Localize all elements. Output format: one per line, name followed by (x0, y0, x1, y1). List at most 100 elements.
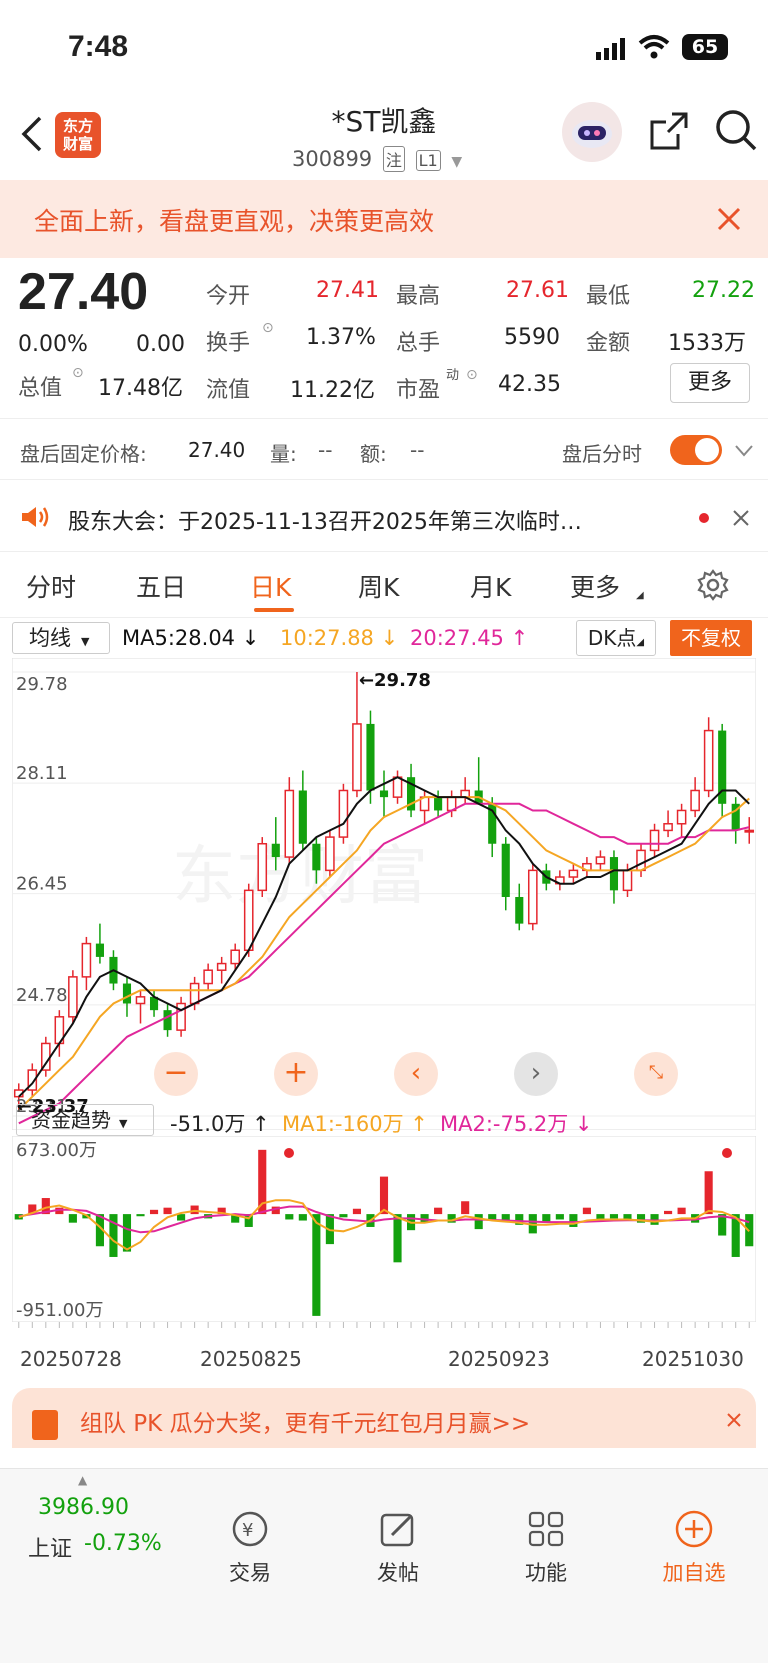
pe-sup: 动 (446, 368, 460, 383)
fund-bar (149, 1209, 159, 1215)
candle-body (352, 723, 362, 792)
ma-select-label: 均线 (29, 626, 71, 650)
fund-bar (488, 1214, 497, 1220)
fund-bar (163, 1207, 172, 1215)
tab-five-day[interactable]: 五日 (136, 568, 186, 604)
ah-toggle[interactable] (670, 435, 722, 465)
feature-banner[interactable]: 全面上新，看盘更直观，决策更高效 (0, 180, 768, 258)
scroll-right-button[interactable]: › (514, 1052, 558, 1096)
index-name[interactable]: 上证 (28, 1531, 72, 1563)
candle-body (338, 789, 349, 838)
volume-value: 5590 (504, 325, 560, 350)
fund-trend-chart[interactable]: 673.00万 -951.00万 (12, 1136, 756, 1322)
fund-bar (122, 1214, 132, 1252)
candle-body (515, 896, 524, 924)
dk-point-button[interactable]: DK点◢ (576, 620, 656, 656)
function-button[interactable]: 功能 (496, 1509, 596, 1587)
ma-select[interactable]: 均线 ▼ (12, 622, 110, 654)
tab-more[interactable]: 更多 (570, 568, 620, 604)
ah-vol: -- (318, 438, 333, 462)
date-axis: 20250728 20250825 20250923 20251030 (18, 1322, 750, 1371)
high-value: 27.61 (506, 278, 569, 303)
low-label: 最低 (586, 284, 631, 309)
candle-body (568, 869, 579, 878)
stock-code: 300899 (292, 147, 373, 171)
amount-value: 1533万 (668, 331, 746, 356)
close-icon[interactable] (726, 1412, 742, 1432)
ah-vol-label: 量: (270, 442, 297, 466)
battery-level: 65 (691, 36, 719, 58)
add-label: 加自选 (662, 1561, 726, 1585)
more-button[interactable]: 更多 (670, 363, 750, 403)
tag-level: L1 (415, 150, 441, 171)
change-amount: 0.00 (136, 332, 185, 357)
trade-button[interactable]: ¥ 交易 (200, 1509, 300, 1587)
mktcap-value: 17.48亿 (98, 376, 183, 401)
open-value: 27.41 (316, 278, 379, 303)
candle-body (243, 889, 254, 951)
info-icon[interactable]: ⊙ (262, 320, 274, 336)
search-icon[interactable] (714, 108, 758, 156)
mktcap-label: 总值 (18, 376, 63, 401)
candle-body (379, 790, 389, 798)
share-icon[interactable] (648, 110, 690, 156)
ma20-value: 20:27.45 ↑ (410, 626, 529, 650)
index-change[interactable]: -0.73% (84, 1531, 162, 1556)
fullscreen-icon[interactable]: ⤡ (634, 1052, 678, 1096)
stock-header: 东方 财富 *ST凯鑫 300899 注 L1 ▼ (0, 96, 768, 180)
add-watchlist-button[interactable]: 加自选 (644, 1509, 744, 1587)
stock-code-row[interactable]: 300899 注 L1 ▼ (292, 146, 462, 172)
speaker-icon (20, 504, 50, 536)
candle-body (257, 842, 268, 892)
candle-body (189, 982, 200, 1005)
trade-label: 交易 (229, 1561, 271, 1585)
fund-value: -51.0万 ↑ (170, 1112, 270, 1136)
turnover-label: 换手 (206, 331, 251, 356)
close-icon[interactable] (716, 206, 742, 238)
date-label: 20251030 (642, 1347, 744, 1371)
status-time: 7:48 (68, 30, 129, 63)
tab-weekly-k[interactable]: 周K (358, 568, 399, 604)
ma5-value: MA5:28.04 ↓ (122, 626, 260, 650)
chevron-down-icon[interactable] (734, 439, 754, 463)
robot-assistant-icon[interactable] (562, 102, 622, 162)
promo-banner[interactable]: 组队 PK 瓜分大奖，更有千元红包月月赢>> (12, 1388, 756, 1448)
fund-trend-select[interactable]: 资金趋势 ▼ (16, 1104, 154, 1136)
float-value: 11.22亿 (290, 378, 375, 403)
tab-daily-k[interactable]: 日K (250, 568, 291, 604)
candle-body (122, 983, 132, 1004)
candle-body (703, 729, 714, 792)
notice-bar[interactable]: 股东大会：于2025-11-13召开2025年第三次临时… (0, 484, 768, 552)
info-icon[interactable]: ⊙ (72, 365, 84, 381)
candle-body (649, 829, 660, 852)
tag-registration: 注 (382, 146, 405, 172)
close-icon[interactable] (732, 508, 750, 533)
price-axis-label: 29.78 (16, 674, 68, 695)
post-button[interactable]: 发帖 (348, 1509, 448, 1587)
info-icon[interactable]: ⊙ (466, 367, 478, 383)
candle-body (527, 869, 538, 925)
fund-bar (582, 1207, 591, 1215)
tab-monthly-k[interactable]: 月K (470, 568, 511, 604)
wifi-icon (638, 34, 670, 64)
low-value: 27.22 (692, 278, 755, 303)
candle-body (284, 789, 295, 858)
fund-top-label: 673.00万 (16, 1140, 97, 1161)
max-price-label: ←29.78 (359, 670, 431, 691)
zoom-in-button[interactable]: + (274, 1052, 318, 1096)
turnover-value: 1.37% (306, 325, 376, 350)
candle-body (622, 869, 633, 892)
pe-label: 市盈 (396, 378, 441, 403)
watermark: 东方财富 (172, 840, 428, 914)
settings-gear-icon[interactable] (696, 568, 730, 608)
tab-intraday[interactable]: 分时 (26, 568, 76, 604)
zoom-out-button[interactable]: − (154, 1052, 198, 1096)
banner-text: 全面上新，看盘更直观，决策更高效 (34, 207, 435, 236)
adjust-button[interactable]: 不复权 (670, 620, 752, 656)
scroll-left-button[interactable]: ‹ (394, 1052, 438, 1096)
fund-bar (474, 1214, 483, 1230)
index-value[interactable]: 3986.90 (38, 1495, 129, 1520)
volume-label: 总手 (396, 331, 441, 356)
kline-chart-area: 均线 ▼ MA5:28.04 ↓ 10:27.88 ↓ 20:27.45 ↑ DK… (0, 618, 768, 1448)
edit-icon (380, 1513, 414, 1547)
